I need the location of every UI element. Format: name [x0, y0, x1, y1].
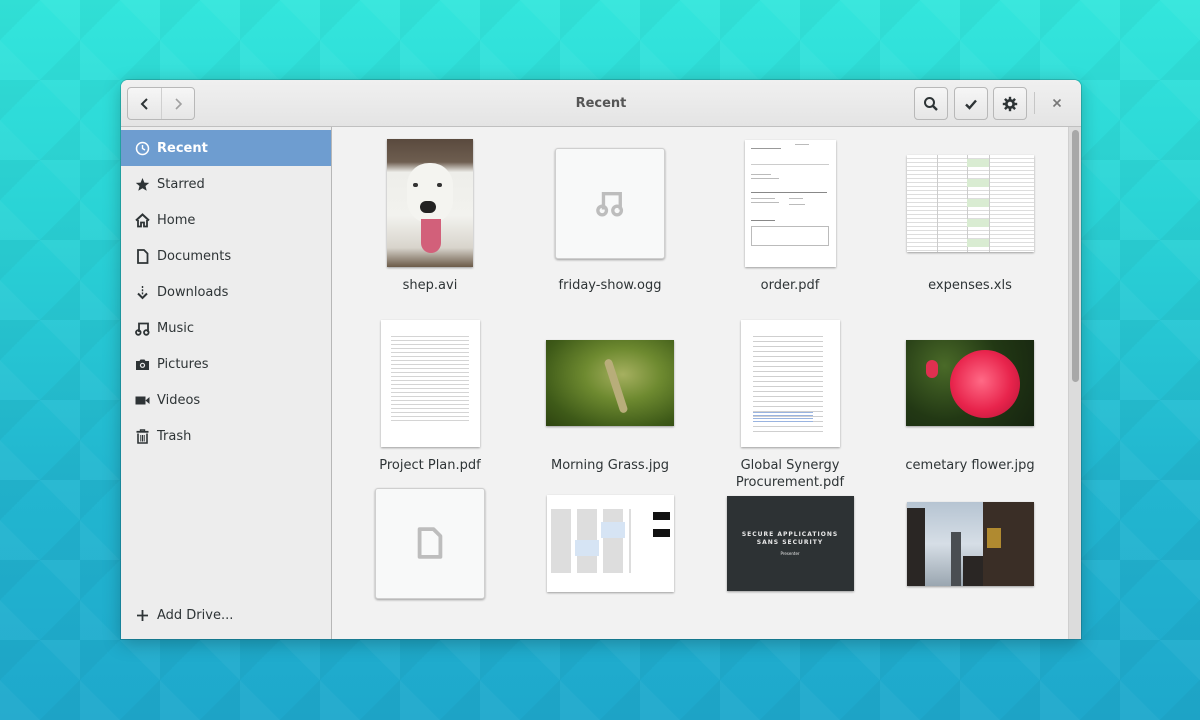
plus-icon [135, 608, 150, 623]
vertical-scrollbar[interactable] [1068, 127, 1081, 639]
places-sidebar: Recent Starred Home Documents Downloads … [121, 127, 332, 639]
file-view: shep.avi friday-show.ogg order.pdf expen… [332, 127, 1081, 639]
music-icon [135, 321, 150, 336]
add-drive-button[interactable]: Add Drive... [121, 597, 331, 633]
sidebar-item-recent[interactable]: Recent [121, 130, 331, 166]
sidebar-item-label: Starred [157, 176, 205, 192]
sidebar-item-downloads[interactable]: Downloads [121, 274, 331, 310]
file-name: order.pdf [760, 278, 820, 293]
menu-button[interactable] [993, 87, 1027, 120]
close-icon [1052, 98, 1062, 108]
sidebar-item-label: Documents [157, 248, 232, 264]
scrollbar-thumb[interactable] [1072, 130, 1079, 382]
document-file-placeholder [375, 487, 485, 599]
header-bar: Recent [121, 80, 1081, 127]
sidebar-item-music[interactable]: Music [121, 310, 331, 346]
image-thumbnail [546, 340, 674, 426]
selection-mode-button[interactable] [954, 87, 988, 120]
sidebar-item-label: Downloads [157, 284, 229, 300]
sidebar-item-videos[interactable]: Videos [121, 382, 331, 418]
trash-icon [135, 428, 150, 444]
files-window: Recent Recent Starred Home Documents Dow… [121, 80, 1081, 639]
download-icon [135, 285, 150, 300]
sidebar-item-pictures[interactable]: Pictures [121, 346, 331, 382]
sidebar-item-label: Recent [157, 140, 208, 156]
file-name: Project Plan.pdf [379, 458, 481, 473]
presentation-thumbnail: SECURE APPLICATIONS SANS SECURITY Presen… [726, 495, 854, 591]
header-separator [1034, 92, 1035, 114]
slide-subtitle: Presenter [780, 550, 800, 556]
home-icon [135, 212, 150, 228]
video-thumbnail [387, 139, 473, 267]
video-icon [135, 393, 150, 408]
gear-icon [1002, 96, 1018, 111]
pdf-thumbnail [744, 139, 836, 267]
pdf-thumbnail [740, 319, 840, 447]
image-thumbnail [906, 340, 1034, 426]
file-name: Global Synergy Procurement.pdf [735, 458, 845, 490]
file-name: cemetary flower.jpg [905, 458, 1035, 473]
music-icon [596, 191, 624, 217]
star-icon [135, 177, 150, 192]
file-name: friday-show.ogg [558, 278, 662, 293]
file-name: expenses.xls [928, 278, 1012, 293]
sidebar-item-trash[interactable]: Trash [121, 418, 331, 454]
camera-icon [135, 357, 150, 372]
file-name: Morning Grass.jpg [551, 458, 669, 473]
document-thumbnail [546, 494, 674, 592]
document-icon [417, 527, 443, 559]
sidebar-item-label: Trash [157, 428, 192, 444]
sidebar-item-label: Home [157, 212, 196, 228]
search-button[interactable] [914, 87, 948, 120]
slide-title: SECURE APPLICATIONS [741, 530, 839, 538]
sidebar-item-home[interactable]: Home [121, 202, 331, 238]
document-icon [135, 248, 150, 264]
sidebar-item-documents[interactable]: Documents [121, 238, 331, 274]
file-name: shep.avi [402, 278, 458, 293]
slide-title: SANS SECURITY [756, 538, 824, 546]
pdf-thumbnail [380, 319, 480, 447]
sidebar-item-starred[interactable]: Starred [121, 166, 331, 202]
search-icon [924, 96, 938, 111]
image-thumbnail [906, 502, 1034, 586]
sidebar-item-label: Music [157, 320, 194, 336]
sidebar-item-label: Pictures [157, 356, 209, 372]
checkmark-icon [965, 99, 977, 110]
close-button[interactable] [1045, 92, 1069, 114]
spreadsheet-thumbnail [906, 154, 1034, 252]
audio-file-placeholder [555, 147, 665, 259]
clock-icon [135, 141, 150, 156]
add-drive-label: Add Drive... [157, 607, 234, 623]
sidebar-item-label: Videos [157, 392, 201, 408]
